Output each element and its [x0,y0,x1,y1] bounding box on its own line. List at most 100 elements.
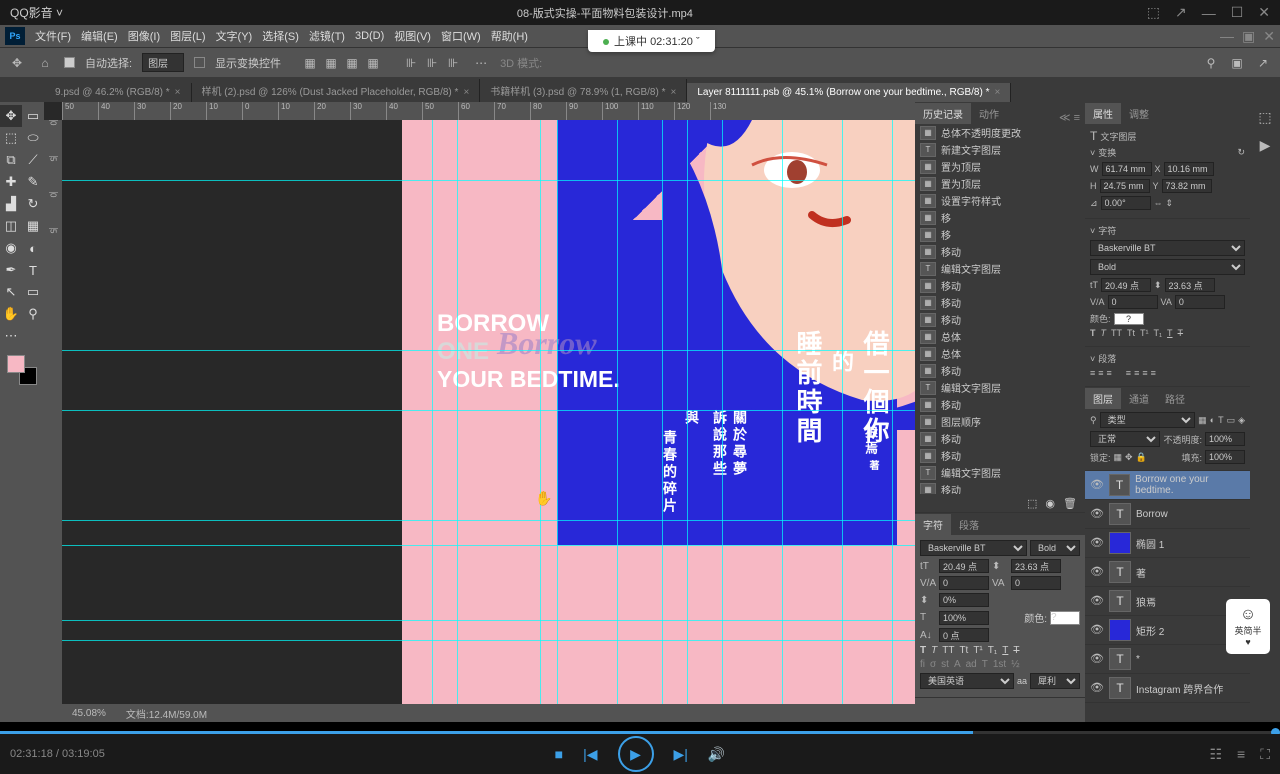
layer-item[interactable]: 👁TBorrow one your bedtime. [1085,471,1250,500]
hscale-input[interactable] [939,611,989,625]
workspace-icon[interactable]: ▣ [1228,54,1246,72]
sub-btn[interactable]: T₁ [988,645,997,656]
gradient-tool[interactable]: ▦ [22,215,44,237]
distribute-icon-2[interactable]: ⊪ [423,54,441,72]
justify-4[interactable]: ≡ [1151,368,1156,378]
history-item[interactable]: ▦移动 [915,396,1085,413]
fill-input[interactable] [1205,450,1245,464]
prev-button[interactable]: |◀ [583,746,597,763]
menu-image[interactable]: 图像(I) [123,28,165,44]
history-item[interactable]: ▦移 [915,226,1085,243]
doc-tab-1[interactable]: 9.psd @ 46.2% (RGB/8) *× [45,83,192,102]
smallcaps-btn[interactable]: Tt [959,645,968,656]
font-select[interactable]: Baskerville BT [920,540,1027,556]
history-item[interactable]: ▦图层顺序 [915,413,1085,430]
width-input[interactable] [1102,162,1152,176]
sup-btn[interactable]: T¹ [973,645,982,656]
history-item[interactable]: ▦移动 [915,243,1085,260]
history-item[interactable]: ▦移动 [915,277,1085,294]
lasso-tool[interactable]: ⬭ [22,127,44,149]
lock-pixel-icon[interactable]: ▦ [1114,452,1123,463]
menu-layer[interactable]: 图层(L) [165,28,210,44]
type-tool[interactable]: T [22,259,44,281]
visibility-icon[interactable]: 👁 [1090,536,1104,550]
height-input[interactable] [1100,179,1150,193]
history-item[interactable]: ▦移动 [915,481,1085,494]
history-item[interactable]: ▦置为顶层 [915,175,1085,192]
visibility-icon[interactable]: 👁 [1090,478,1104,492]
history-item[interactable]: ▦移动 [915,311,1085,328]
justify-1[interactable]: ≡ [1126,368,1131,378]
tab-adjust[interactable]: 调整 [1121,103,1157,124]
shape-tool[interactable]: ▭ [22,281,44,303]
dodge-tool[interactable]: ◐ [22,237,44,259]
flip-v-icon[interactable]: ⇕ [1166,198,1174,209]
blend-mode-select[interactable]: 正常 [1090,431,1160,447]
layer-item[interactable]: 👁椭圆 1 [1085,529,1250,558]
distribute-icon-1[interactable]: ⊪ [402,54,420,72]
prop-weight-select[interactable]: Bold [1090,259,1245,275]
color-swatches[interactable] [7,355,37,385]
history-item[interactable]: ▦移 [915,209,1085,226]
tab-close-icon[interactable]: × [670,87,676,98]
flip-h-icon[interactable]: ⇔ [1154,198,1163,208]
history-item[interactable]: ▦移动 [915,362,1085,379]
app-menu-chevron[interactable]: ˅ [56,6,63,20]
ps-restore[interactable]: ▣ [1242,28,1255,45]
playlist-button[interactable]: ≡ [1237,746,1245,763]
path-tool[interactable]: ↖ [0,281,22,303]
doc-tab-3[interactable]: 书籍样机 (3).psd @ 78.9% (1, RGB/8) *× [480,79,687,102]
align-right-icon[interactable]: ≡ [1107,368,1112,378]
blur-tool[interactable]: ◉ [0,237,22,259]
foreground-color[interactable] [7,355,25,373]
home-icon[interactable]: ⌂ [36,54,54,72]
history-item[interactable]: ▦移动 [915,430,1085,447]
history-item[interactable]: ▦移动 [915,447,1085,464]
leading-input[interactable] [1011,559,1061,573]
brush-tool[interactable]: ✎ [22,171,44,193]
doc-tab-4[interactable]: Layer 8111111.psb @ 45.1% (Borrow one yo… [687,83,1011,102]
menu-type[interactable]: 文字(Y) [211,28,258,44]
baseline-input[interactable] [939,628,989,642]
tab-close-icon[interactable]: × [175,87,181,98]
stamp-tool[interactable]: ▟ [0,193,22,215]
menu-file[interactable]: 文件(F) [30,28,76,44]
filter-adjust-icon[interactable]: ◐ [1210,415,1215,425]
justify-2[interactable]: ≡ [1134,368,1139,378]
menu-select[interactable]: 选择(S) [257,28,304,44]
doc-info[interactable]: 文档:12.4M/59.0M [126,706,207,721]
align-icon-3[interactable]: ▦ [343,54,361,72]
reset-icon[interactable]: ↻ [1237,147,1245,158]
lock-all-icon[interactable]: 🔒 [1136,452,1147,463]
history-item[interactable]: ▦总体不透明度更改 [915,124,1085,141]
filter-smart-icon[interactable]: ◈ [1238,415,1245,426]
prop-kern-input[interactable] [1108,295,1158,309]
ps-close[interactable]: ✕ [1263,28,1275,45]
menu-help[interactable]: 帮助(H) [486,28,533,44]
x-input[interactable] [1164,162,1214,176]
panel-menu-icon[interactable]: ≪ ≡ [1054,111,1085,124]
justify-3[interactable]: ≡ [1142,368,1147,378]
zoom-tool[interactable]: ⚲ [22,303,44,325]
opentype-1[interactable]: fi [920,659,925,670]
tab-layers[interactable]: 图层 [1085,388,1121,409]
opentype-4[interactable]: A [954,659,961,670]
visibility-icon[interactable]: 👁 [1090,565,1104,579]
menu-filter[interactable]: 滤镜(T) [304,28,350,44]
layers-list[interactable]: 👁TBorrow one your bedtime.👁TBorrow👁椭圆 1👁… [1085,471,1250,722]
underline-btn[interactable]: T [1002,645,1008,656]
tab-history[interactable]: 历史记录 [915,103,971,124]
opentype-7[interactable]: 1st [993,659,1006,670]
lock-pos-icon[interactable]: ✥ [1125,452,1133,463]
visibility-icon[interactable]: 👁 [1090,594,1104,608]
opacity-input[interactable] [1205,432,1245,446]
filter-type-icon[interactable]: T [1218,415,1224,425]
history-item[interactable]: ▦移动 [915,294,1085,311]
align-center-icon[interactable]: ≡ [1098,368,1103,378]
tab-channels[interactable]: 通道 [1121,388,1157,409]
tab-character[interactable]: 字符 [915,514,951,535]
italic-btn[interactable]: T [931,645,937,656]
auto-select-checkbox[interactable] [64,57,75,68]
filter-shape-icon[interactable]: ▭ [1227,415,1236,426]
history-item[interactable]: ▦总体 [915,345,1085,362]
